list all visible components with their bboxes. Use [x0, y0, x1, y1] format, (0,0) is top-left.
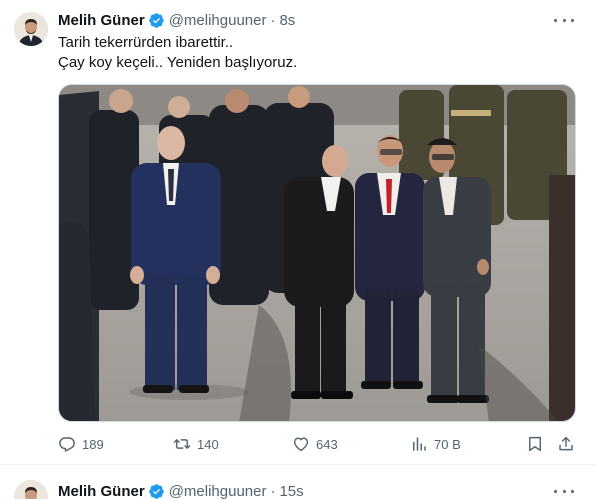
tweet-timestamp[interactable]: 15s — [279, 483, 303, 499]
tweet[interactable]: Melih Güner @melihguuner · 15s — [0, 466, 596, 499]
tweet-text-line: Çay koy keçeli.. Yeniden başlıyoruz. — [58, 54, 298, 71]
tweet-actions: 189 140 643 70 B — [58, 433, 576, 455]
tweet-text-line: Tarih tekerrürden ibarettir.. — [58, 34, 234, 51]
more-dots-icon[interactable] — [554, 483, 574, 499]
verified-badge-icon — [148, 12, 164, 28]
retweet-count: 140 — [197, 436, 219, 452]
share-icon — [559, 436, 573, 451]
verified-badge-icon — [148, 483, 164, 499]
more-dots-icon[interactable] — [554, 12, 574, 28]
like-button[interactable]: 643 — [292, 433, 338, 455]
views-button[interactable]: 70 B — [410, 433, 461, 455]
author-handle[interactable]: @melihguuner — [169, 483, 267, 499]
heart-icon — [293, 437, 309, 452]
tweet-header: Melih Güner @melihguuner · 15s — [58, 481, 304, 499]
bookmark-icon — [529, 436, 541, 452]
share-button[interactable] — [557, 433, 575, 455]
author-avatar[interactable] — [14, 480, 48, 499]
tweet-photo[interactable] — [58, 84, 576, 422]
retweet-button[interactable]: 140 — [173, 433, 219, 455]
author-avatar[interactable] — [14, 12, 48, 46]
author-handle[interactable]: @melihguuner — [169, 12, 267, 29]
like-count: 643 — [316, 436, 338, 452]
reply-count: 189 — [82, 436, 104, 452]
author-name[interactable]: Melih Güner — [58, 12, 145, 29]
reply-button[interactable]: 189 — [58, 433, 104, 455]
separator-dot: · — [270, 11, 276, 29]
tweet[interactable]: Melih Güner @melihguuner · 8s Tarih teke… — [0, 0, 596, 465]
reply-icon — [59, 437, 75, 452]
bookmark-button[interactable] — [526, 433, 544, 455]
separator-dot: · — [270, 482, 276, 499]
tweet-timestamp[interactable]: 8s — [279, 12, 295, 29]
views-bar-chart-icon — [413, 437, 426, 451]
tweet-text: Tarih tekerrürden ibarettir.. Çay koy ke… — [58, 33, 297, 73]
tweet-header: Melih Güner @melihguuner · 8s — [58, 10, 295, 30]
author-name[interactable]: Melih Güner — [58, 483, 145, 499]
retweet-icon — [173, 439, 191, 449]
views-count: 70 B — [434, 436, 461, 452]
